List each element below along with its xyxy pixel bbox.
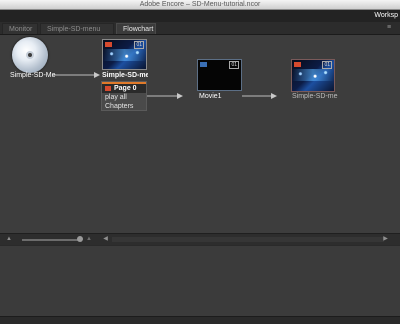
zoom-slider-knob[interactable] [77,236,83,242]
menu-button-chapters[interactable]: Chapters [105,103,133,111]
zoom-out-icon[interactable]: ▲ [6,235,14,244]
timeline-node-label[interactable]: Movie1 [199,92,239,102]
horizontal-scrollbar[interactable] [112,237,384,242]
menu-node-label[interactable]: Simple-SD-me [102,71,148,81]
menu2-thumbnail-art [292,69,334,81]
menu-button-play-all[interactable]: play all [105,94,127,102]
timeline-thumbnail[interactable]: 01 [197,59,242,91]
panel-menu-icon[interactable]: ≡ [384,24,394,32]
workspace-menu[interactable]: Worksp [374,10,398,22]
workspace-bar: Worksp [0,10,400,22]
menu-thumbnail[interactable]: 01 [102,39,147,70]
tab-flowchart[interactable]: Flowchart [116,23,156,34]
dvd-disc-icon[interactable] [12,37,48,73]
lower-panel [0,245,400,316]
menu2-node-label[interactable]: Simple-SD-me [292,92,338,102]
disc-hole [26,51,34,59]
menu2-thumbnail[interactable]: 01 [291,59,335,92]
menu-flag-icon [105,42,112,47]
window-title: Adobe Encore – SD-Menu-tutorial.ncor [139,1,261,8]
menu-badge: 01 [134,41,144,49]
menu-node-expanded: Page 0 play all Chapters [101,81,147,111]
disc-node-label[interactable]: Simple-SD-Me [10,71,56,81]
tab-monitor[interactable]: Monitor [2,23,38,34]
zoom-in-icon[interactable]: ▲ [86,235,96,244]
scroll-right-arrow-icon[interactable]: ▶ [381,235,390,244]
timeline-flag-icon [200,62,207,67]
page-icon [105,86,111,91]
menu-thumbnail-art [103,49,146,61]
zoom-slider-track[interactable] [22,239,78,241]
timeline-badge: 01 [229,61,239,69]
window-title-bar: Adobe Encore – SD-Menu-tutorial.ncor [0,0,400,10]
menu-page-label: Page 0 [114,85,137,92]
flowchart-canvas[interactable]: Simple-SD-Me 01 Simple-SD-me Page 0 play… [0,35,400,233]
menu-page-row[interactable]: Page 0 [102,84,146,93]
menu2-badge: 01 [322,61,332,69]
tab-simple-sd-menu[interactable]: Simple-SD-menu [40,23,114,34]
panel-tab-row: Monitor Simple-SD-menu Flowchart ≡ [0,22,400,35]
scroll-left-arrow-icon[interactable]: ◀ [101,235,110,244]
menu2-flag-icon [294,62,301,67]
